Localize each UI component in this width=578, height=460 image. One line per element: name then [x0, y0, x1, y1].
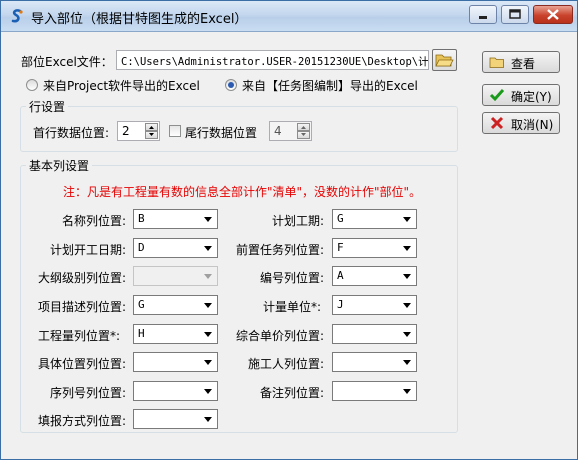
unit-label: 计量单位*: [263, 300, 322, 314]
name-column-select[interactable]: B [133, 209, 218, 229]
outline-level-select [133, 266, 218, 286]
plan-start-label: 计划开工日期: [50, 243, 127, 257]
chevron-down-icon [204, 303, 212, 308]
browse-button[interactable] [432, 49, 457, 71]
chevron-down-icon [204, 360, 212, 365]
chevron-down-icon [403, 360, 411, 365]
column-settings-title: 基本列设置 [26, 157, 93, 174]
location-select[interactable] [133, 352, 218, 372]
first-row-value: 2 [122, 124, 130, 138]
unit-price-label: 综合单价列位置: [236, 329, 325, 343]
chevron-down-icon [204, 417, 212, 422]
chevron-down-icon [204, 217, 212, 222]
chevron-down-icon [403, 274, 411, 279]
predecessor-label: 前置任务列位置: [236, 243, 325, 257]
duration-select[interactable]: G [332, 209, 417, 229]
radio-taskchart-excel-label: 来自【任务图编制】导出的Excel [242, 79, 418, 93]
location-label: 具体位置列位置: [38, 357, 127, 371]
duration-value: G [337, 212, 344, 225]
file-path-input[interactable]: C:\Users\Administrator.USER-20151230UE\D… [116, 50, 429, 70]
plan-start-select[interactable]: D [133, 238, 218, 258]
spin-up-icon[interactable] [145, 123, 158, 131]
unit-select[interactable]: J [332, 295, 417, 315]
serial-label: 序列号列位置: [50, 386, 127, 400]
chevron-down-icon [204, 274, 212, 279]
name-column-value: B [138, 212, 145, 225]
unit-price-select[interactable] [332, 324, 417, 344]
window-title: 导入部位（根据甘特图生成的Excel） [31, 12, 248, 27]
spin-up-icon[interactable] [297, 123, 310, 131]
close-icon [547, 9, 559, 20]
plan-start-value: D [138, 241, 145, 254]
row-settings-title: 行设置 [26, 98, 69, 115]
remark-select[interactable] [332, 381, 417, 401]
minimize-icon [479, 16, 487, 19]
close-button[interactable] [533, 5, 573, 24]
report-method-select[interactable] [133, 409, 218, 429]
ok-button-label: 确定(Y) [511, 90, 552, 104]
code-select[interactable]: A [332, 266, 417, 286]
quantity-select[interactable]: H [133, 324, 218, 344]
ok-button[interactable]: 确定(Y) [482, 84, 560, 106]
chevron-down-icon [403, 332, 411, 337]
predecessor-select[interactable]: F [332, 238, 417, 258]
chevron-down-icon [204, 389, 212, 394]
spin-down-icon[interactable] [297, 131, 310, 139]
x-icon [490, 116, 504, 130]
chevron-down-icon [403, 246, 411, 251]
radio-project-excel-label: 来自Project软件导出的Excel [43, 79, 200, 93]
file-label: 部位Excel文件： [21, 55, 113, 69]
code-label: 编号列位置: [260, 271, 325, 285]
last-row-label: 尾行数据位置 [185, 126, 258, 140]
last-row-spinner-arrows[interactable] [297, 123, 310, 139]
outline-level-label: 大纲级别列位置: [38, 271, 127, 285]
unit-value: J [337, 298, 344, 311]
description-select[interactable]: G [133, 295, 218, 315]
report-method-label: 填报方式列位置: [38, 414, 127, 428]
quantity-label: 工程量列位置*: [38, 329, 121, 343]
last-row-spinner[interactable]: 4 [269, 121, 312, 141]
quantity-value: H [138, 327, 145, 340]
description-label: 项目描述列位置: [38, 300, 127, 314]
last-row-value: 4 [274, 124, 282, 138]
name-column-label: 名称列位置: [62, 214, 127, 228]
cancel-button[interactable]: 取消(N) [482, 112, 560, 134]
first-row-spinner[interactable]: 2 [117, 121, 160, 141]
cancel-button-label: 取消(N) [511, 118, 554, 132]
folder-icon [489, 57, 504, 68]
worker-label: 施工人列位置: [248, 357, 325, 371]
view-button[interactable]: 查看 [482, 51, 560, 73]
chevron-down-icon [403, 389, 411, 394]
app-logo-icon [11, 9, 23, 23]
code-value: A [337, 269, 344, 282]
first-row-spinner-arrows[interactable] [145, 123, 158, 139]
first-row-label: 首行数据位置: [33, 126, 110, 140]
maximize-icon [509, 9, 521, 19]
last-row-checkbox[interactable] [169, 125, 181, 137]
chevron-down-icon [403, 303, 411, 308]
column-settings-note: 注：凡是有工程量有数的信息全部计作"清单"，没数的计作"部位"。 [63, 185, 422, 199]
import-dialog: 导入部位（根据甘特图生成的Excel） 部位Excel文件： C:\Users\… [0, 0, 578, 460]
chevron-down-icon [403, 217, 411, 222]
maximize-button[interactable] [501, 5, 529, 24]
view-button-label: 查看 [511, 57, 536, 71]
chevron-down-icon [204, 246, 212, 251]
title-bar: 导入部位（根据甘特图生成的Excel） [1, 1, 577, 32]
checkmark-icon [489, 89, 505, 102]
radio-taskchart-excel[interactable] [225, 79, 237, 91]
chevron-down-icon [204, 332, 212, 337]
remark-label: 备注列位置: [260, 386, 325, 400]
spin-down-icon[interactable] [145, 131, 158, 139]
description-value: G [138, 298, 145, 311]
predecessor-value: F [337, 241, 344, 254]
worker-select[interactable] [332, 352, 417, 372]
minimize-button[interactable] [469, 5, 497, 24]
serial-select[interactable] [133, 381, 218, 401]
folder-open-icon [435, 54, 454, 67]
duration-label: 计划工期: [272, 214, 325, 228]
radio-project-excel[interactable] [26, 79, 38, 91]
